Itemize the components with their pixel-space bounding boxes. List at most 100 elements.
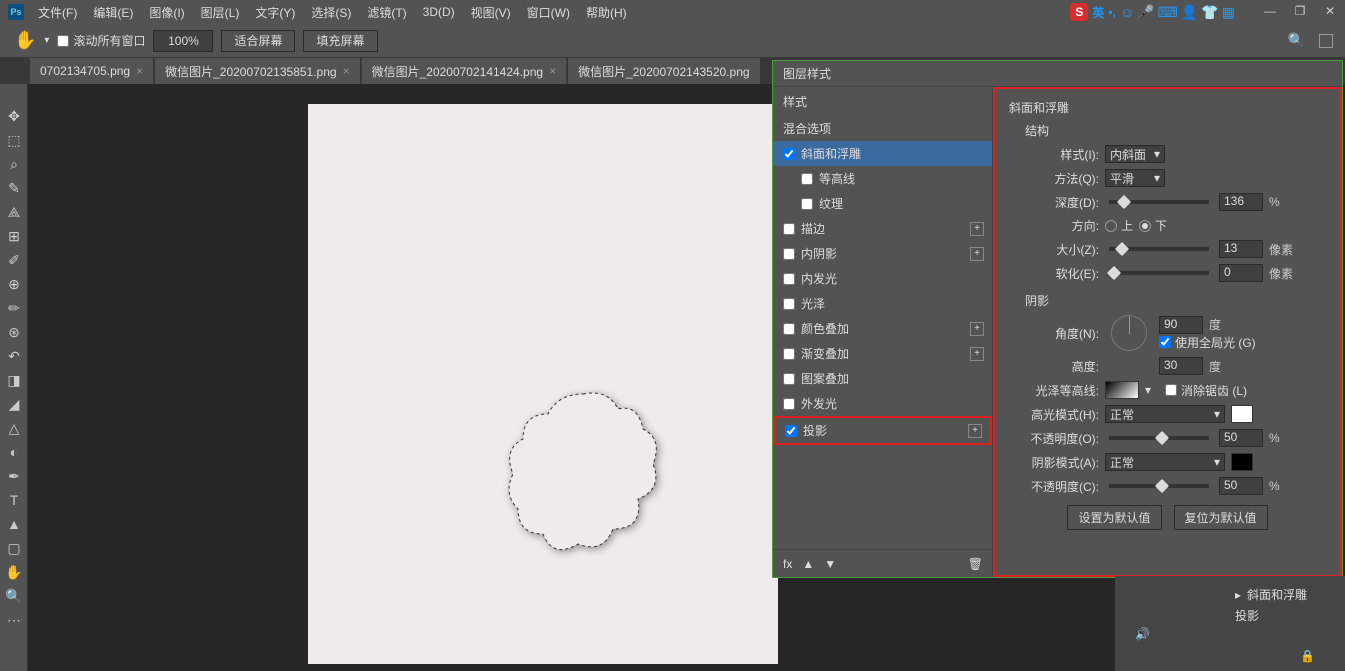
sogou-icon[interactable]: S [1070,3,1088,21]
depth-input[interactable]: 136 [1219,193,1263,211]
highlight-opacity-slider[interactable] [1109,436,1209,440]
fx-icon[interactable]: fx [783,557,792,571]
fill-screen-button[interactable]: 填充屏幕 [303,30,377,52]
frame-tool-icon[interactable]: ⊞ [0,224,28,248]
menu-view[interactable]: 视图(V) [463,4,519,21]
ime-lang[interactable]: 英 [1092,4,1104,21]
style-bevel[interactable]: 斜面和浮雕 [773,141,992,166]
add-icon[interactable]: + [970,347,984,361]
quick-select-tool-icon[interactable]: ✎ [0,176,28,200]
blending-options[interactable]: 混合选项 [773,116,992,141]
style-select[interactable]: 内斜面▾ [1105,145,1165,163]
menu-image[interactable]: 图像(I) [141,4,192,21]
type-tool-icon[interactable]: T [0,488,28,512]
soften-input[interactable]: 0 [1219,264,1263,282]
antialias-checkbox[interactable]: 消除锯齿 (L) [1165,382,1247,399]
reset-default-button[interactable]: 复位为默认值 [1174,505,1268,530]
ime-grid-icon[interactable]: ▦ [1222,4,1235,21]
technique-select[interactable]: 平滑▾ [1105,169,1165,187]
add-icon[interactable]: + [968,424,982,438]
minimize-button[interactable]: — [1255,0,1285,22]
menu-layer[interactable]: 图层(L) [193,4,248,21]
tab-4[interactable]: 微信图片_20200702143520.png [568,58,759,84]
size-input[interactable]: 13 [1219,240,1263,258]
gloss-contour[interactable] [1105,381,1139,399]
menu-file[interactable]: 文件(F) [30,4,85,21]
direction-down[interactable]: 下 [1139,217,1167,234]
angle-widget[interactable] [1111,315,1147,351]
search-icon[interactable]: 🔍 [1288,32,1305,49]
add-icon[interactable]: + [970,247,984,261]
ime-face-icon[interactable]: ☺ [1120,4,1134,21]
more-tool-icon[interactable]: ⋯ [0,608,28,632]
tab-2[interactable]: 微信图片_20200702135851.png× [155,58,359,84]
shadow-color[interactable] [1231,453,1253,471]
style-texture[interactable]: 纹理 [773,191,992,216]
ime-person-icon[interactable]: 👤 [1181,4,1198,21]
direction-up[interactable]: 上 [1105,217,1133,234]
style-contour[interactable]: 等高线 [773,166,992,191]
eraser-tool-icon[interactable]: ◨ [0,368,28,392]
styles-header[interactable]: 样式 [773,87,992,116]
tab-1[interactable]: 0702134705.png× [30,58,153,84]
close-icon[interactable]: × [343,64,350,78]
soften-slider[interactable] [1109,271,1209,275]
close-button[interactable]: ✕ [1315,0,1345,22]
highlight-opacity-input[interactable]: 50 [1219,429,1263,447]
menu-window[interactable]: 窗口(W) [519,4,578,21]
menu-filter[interactable]: 滤镜(T) [359,4,414,21]
marquee-tool-icon[interactable]: ⬚ [0,128,28,152]
panel-toggle-icon[interactable] [1319,34,1333,48]
fx-bevel-row[interactable]: ▸斜面和浮雕 [1125,586,1335,603]
scroll-all-checkbox[interactable]: 滚动所有窗口 [57,32,145,49]
depth-slider[interactable] [1109,200,1209,204]
style-inner-glow[interactable]: 内发光 [773,266,992,291]
healing-tool-icon[interactable]: ⊕ [0,272,28,296]
hand-tool-icon[interactable]: ✋ [0,560,28,584]
angle-input[interactable]: 90 [1159,316,1203,334]
style-inner-shadow[interactable]: 内阴影+ [773,241,992,266]
tool-preset-dropdown[interactable]: ▾ [44,35,49,46]
close-icon[interactable]: × [549,64,556,78]
restore-button[interactable]: ❐ [1285,0,1315,22]
size-slider[interactable] [1109,247,1209,251]
brush-tool-icon[interactable]: ✏ [0,296,28,320]
eyedropper-tool-icon[interactable]: ✐ [0,248,28,272]
style-outer-glow[interactable]: 外发光 [773,391,992,416]
menu-type[interactable]: 文字(Y) [247,4,303,21]
ime-punct[interactable]: •, [1108,5,1116,19]
up-icon[interactable]: ▲ [802,557,814,571]
trash-icon[interactable]: 🗑 [968,557,983,571]
document-canvas[interactable] [308,104,778,664]
altitude-input[interactable]: 30 [1159,357,1203,375]
zoom-input[interactable]: 100% [153,30,213,52]
zoom-tool-icon[interactable]: 🔍 [0,584,28,608]
move-tool-icon[interactable]: ✥ [0,104,28,128]
global-light-checkbox[interactable]: 使用全局光 (G) [1159,334,1256,351]
path-select-tool-icon[interactable]: ▲ [0,512,28,536]
crop-tool-icon[interactable]: ⟁ [0,200,28,224]
style-pattern-overlay[interactable]: 图案叠加 [773,366,992,391]
make-default-button[interactable]: 设置为默认值 [1067,505,1161,530]
style-drop-shadow[interactable]: 投影+ [773,416,992,445]
history-brush-tool-icon[interactable]: ↶ [0,344,28,368]
stamp-tool-icon[interactable]: ⊛ [0,320,28,344]
shadow-opacity-input[interactable]: 50 [1219,477,1263,495]
tab-3[interactable]: 微信图片_20200702141424.png× [362,58,566,84]
fit-screen-button[interactable]: 适合屏幕 [221,30,295,52]
blur-tool-icon[interactable]: △ [0,416,28,440]
shadow-opacity-slider[interactable] [1109,484,1209,488]
highlight-color[interactable] [1231,405,1253,423]
shadow-mode-select[interactable]: 正常▾ [1105,453,1225,471]
add-icon[interactable]: + [970,322,984,336]
ime-keyboard-icon[interactable]: ⌨ [1158,4,1178,21]
sound-icon[interactable]: 🔊 [1135,627,1150,641]
style-satin[interactable]: 光泽 [773,291,992,316]
fx-drop-row[interactable]: 投影 [1125,607,1335,624]
gradient-tool-icon[interactable]: ◢ [0,392,28,416]
style-stroke[interactable]: 描边+ [773,216,992,241]
dodge-tool-icon[interactable]: ◐ [0,440,28,464]
close-icon[interactable]: × [136,64,143,78]
shape-tool-icon[interactable]: ▢ [0,536,28,560]
menu-select[interactable]: 选择(S) [303,4,359,21]
